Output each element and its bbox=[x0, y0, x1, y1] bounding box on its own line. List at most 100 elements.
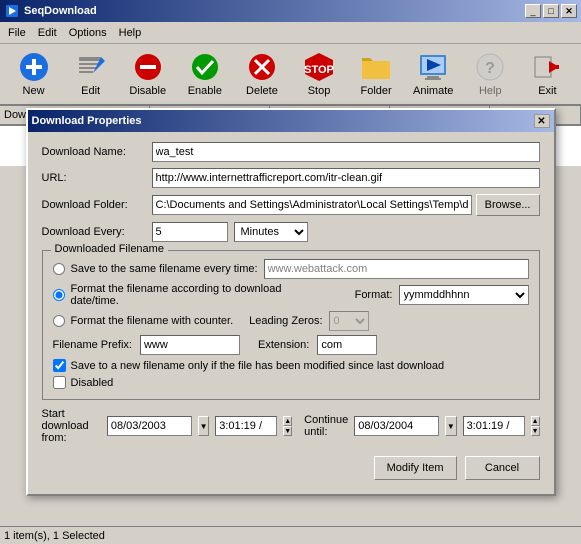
stop-icon: STOP bbox=[303, 51, 335, 83]
end-time-spinner[interactable]: ▲ ▼ bbox=[531, 416, 540, 436]
edit-icon bbox=[75, 51, 107, 83]
toolbar-exit-button[interactable]: Exit bbox=[520, 47, 575, 101]
url-row: URL: bbox=[42, 168, 540, 188]
toolbar-new-button[interactable]: New bbox=[6, 47, 61, 101]
maximize-button[interactable]: □ bbox=[543, 4, 559, 18]
checkbox1-row: Save to a new filename only if the file … bbox=[53, 359, 529, 372]
menu-help[interactable]: Help bbox=[113, 25, 148, 41]
leading-zeros-label: Leading Zeros: bbox=[249, 315, 322, 327]
toolbar-disable-button[interactable]: Disable bbox=[120, 47, 175, 101]
close-button[interactable]: ✕ bbox=[561, 4, 577, 18]
leading-zeros-select[interactable]: 0 bbox=[329, 311, 369, 331]
end-time-input[interactable] bbox=[463, 416, 525, 436]
prefix-ext-row: Filename Prefix: Extension: bbox=[53, 335, 529, 355]
download-name-input[interactable] bbox=[152, 142, 540, 162]
radio1-row: Save to the same filename every time: bbox=[53, 259, 529, 279]
menu-file[interactable]: File bbox=[2, 25, 32, 41]
radio-counter[interactable] bbox=[53, 315, 65, 327]
toolbar-enable-button[interactable]: Enable bbox=[177, 47, 232, 101]
app-icon bbox=[4, 3, 20, 19]
download-name-label: Download Name: bbox=[42, 146, 152, 158]
dialog-title-bar: Download Properties ✕ bbox=[28, 110, 554, 132]
start-time-down[interactable]: ▼ bbox=[283, 426, 292, 436]
disable-icon bbox=[132, 51, 164, 83]
download-every-input[interactable] bbox=[152, 222, 228, 242]
toolbar: New Edit Disable bbox=[0, 44, 581, 106]
animate-label: Animate bbox=[413, 85, 453, 97]
datetime-row: Start download from: ▼ ▲ ▼ Continue unti… bbox=[42, 408, 540, 444]
toolbar-folder-button[interactable]: Folder bbox=[349, 47, 404, 101]
folder-input-group: Browse... bbox=[152, 194, 540, 216]
new-icon bbox=[18, 51, 50, 83]
same-filename-input[interactable] bbox=[264, 259, 529, 279]
end-time-down[interactable]: ▼ bbox=[531, 426, 540, 436]
checkbox1-label: Save to a new filename only if the file … bbox=[71, 360, 445, 372]
download-name-row: Download Name: bbox=[42, 142, 540, 162]
downloaded-filename-group: Downloaded Filename Save to the same fil… bbox=[42, 250, 540, 400]
radio3-label: Format the filename with counter. bbox=[71, 315, 234, 327]
url-input[interactable] bbox=[152, 168, 540, 188]
dialog-body: Download Name: URL: Download Folder: Bro… bbox=[28, 132, 554, 494]
minimize-button[interactable]: _ bbox=[525, 4, 541, 18]
end-time-up[interactable]: ▲ bbox=[531, 416, 540, 426]
animate-icon bbox=[417, 51, 449, 83]
prefix-label: Filename Prefix: bbox=[53, 339, 132, 351]
disable-label: Disable bbox=[129, 85, 166, 97]
url-label: URL: bbox=[42, 172, 152, 184]
save-new-filename-checkbox[interactable] bbox=[53, 359, 66, 372]
group-title: Downloaded Filename bbox=[51, 243, 168, 255]
toolbar-help-button[interactable]: ? Help bbox=[463, 47, 518, 101]
download-folder-label: Download Folder: bbox=[42, 199, 152, 211]
format-select[interactable]: yymmddhhnn bbox=[399, 285, 529, 305]
prefix-input[interactable] bbox=[140, 335, 240, 355]
checkbox2-label: Disabled bbox=[71, 377, 114, 389]
menu-options[interactable]: Options bbox=[63, 25, 113, 41]
browse-button[interactable]: Browse... bbox=[476, 194, 540, 216]
title-bar: SeqDownload _ □ ✕ bbox=[0, 0, 581, 22]
status-text: 1 item(s), 1 Selected bbox=[4, 530, 105, 542]
end-date-dropdown[interactable]: ▼ bbox=[445, 416, 456, 436]
extension-input[interactable] bbox=[317, 335, 377, 355]
start-time-input[interactable] bbox=[215, 416, 277, 436]
modify-item-button[interactable]: Modify Item bbox=[374, 456, 457, 480]
download-folder-row: Download Folder: Browse... bbox=[42, 194, 540, 216]
delete-icon bbox=[246, 51, 278, 83]
exit-label: Exit bbox=[538, 85, 556, 97]
status-bar: 1 item(s), 1 Selected bbox=[0, 526, 581, 544]
toolbar-delete-button[interactable]: Delete bbox=[234, 47, 289, 101]
radio-same-filename[interactable] bbox=[53, 263, 65, 275]
disabled-checkbox[interactable] bbox=[53, 376, 66, 389]
window-controls: _ □ ✕ bbox=[525, 4, 577, 18]
dialog-close-button[interactable]: ✕ bbox=[534, 114, 550, 128]
download-every-label: Download Every: bbox=[42, 226, 152, 238]
cancel-button[interactable]: Cancel bbox=[465, 456, 540, 480]
download-every-row: Download Every: Minutes Hours Days bbox=[42, 222, 540, 242]
end-date-input[interactable] bbox=[354, 416, 439, 436]
app-title: SeqDownload bbox=[24, 5, 525, 17]
radio-format-datetime[interactable] bbox=[53, 289, 65, 301]
start-time-spinner[interactable]: ▲ ▼ bbox=[283, 416, 292, 436]
radio3-row: Format the filename with counter. Leadin… bbox=[53, 311, 529, 331]
interval-select[interactable]: Minutes Hours Days bbox=[234, 222, 308, 242]
enable-icon bbox=[189, 51, 221, 83]
menu-edit[interactable]: Edit bbox=[32, 25, 63, 41]
stop-label: Stop bbox=[308, 85, 331, 97]
download-folder-input[interactable] bbox=[152, 195, 472, 215]
radio2-row: Format the filename according to downloa… bbox=[53, 283, 529, 307]
menu-bar: File Edit Options Help bbox=[0, 22, 581, 44]
enable-label: Enable bbox=[188, 85, 222, 97]
toolbar-stop-button[interactable]: STOP Stop bbox=[291, 47, 346, 101]
extension-label: Extension: bbox=[258, 339, 309, 351]
format-label: Format: bbox=[355, 289, 393, 301]
start-date-input[interactable] bbox=[107, 416, 192, 436]
toolbar-edit-button[interactable]: Edit bbox=[63, 47, 118, 101]
start-date-dropdown[interactable]: ▼ bbox=[198, 416, 209, 436]
checkbox2-row: Disabled bbox=[53, 376, 529, 389]
start-label: Start download from: bbox=[42, 408, 101, 444]
exit-icon bbox=[531, 51, 563, 83]
svg-text:STOP: STOP bbox=[304, 64, 334, 76]
start-time-up[interactable]: ▲ bbox=[283, 416, 292, 426]
edit-label: Edit bbox=[81, 85, 100, 97]
svg-text:?: ? bbox=[485, 60, 495, 77]
toolbar-animate-button[interactable]: Animate bbox=[406, 47, 461, 101]
